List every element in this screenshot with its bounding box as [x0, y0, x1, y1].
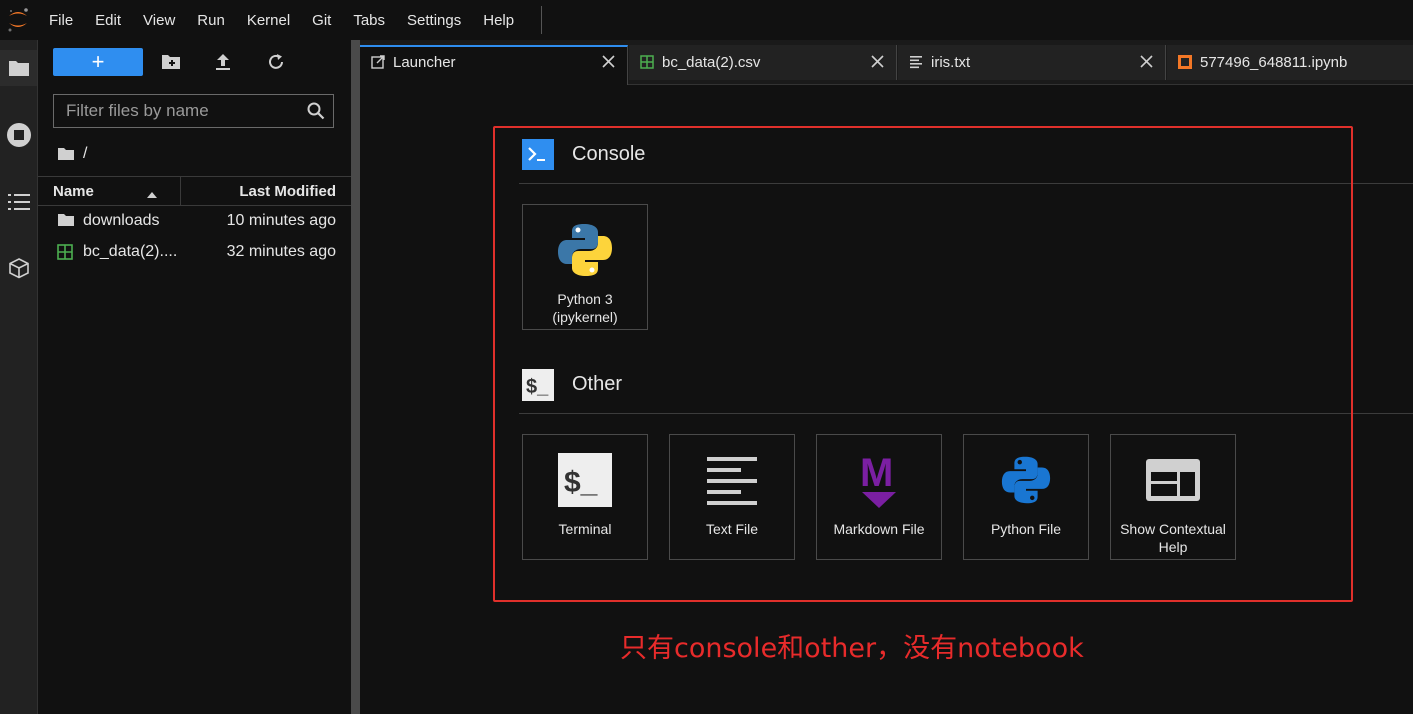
- search-icon: [307, 102, 325, 125]
- csv-file-icon: [57, 244, 73, 265]
- folder-icon: [57, 213, 75, 232]
- folder-icon[interactable]: [0, 50, 37, 86]
- running-icon[interactable]: [0, 117, 37, 153]
- breadcrumb: /: [57, 144, 87, 164]
- menu-edit[interactable]: Edit: [84, 12, 132, 29]
- launcher-icon: [371, 55, 385, 74]
- file-filter: [53, 94, 334, 128]
- file-browser-toolbar: +: [38, 40, 351, 84]
- plus-icon: +: [91, 49, 105, 74]
- menu-run[interactable]: Run: [186, 12, 236, 29]
- column-divider[interactable]: [180, 177, 181, 205]
- menu-git[interactable]: Git: [301, 12, 342, 29]
- upload-icon: [216, 54, 230, 70]
- close-icon[interactable]: [602, 55, 615, 73]
- column-last-modified[interactable]: Last Modified: [239, 183, 336, 200]
- notebook-icon: [1178, 55, 1192, 74]
- file-name: downloads: [83, 212, 160, 229]
- panel-splitter[interactable]: [351, 40, 360, 714]
- annotation-highlight-box: [493, 126, 1353, 602]
- menu-divider: [541, 6, 542, 34]
- menu-bar: File Edit View Run Kernel Git Tabs Setti…: [0, 0, 1413, 40]
- tab-bc-data-csv[interactable]: bc_data(2).csv: [629, 45, 897, 80]
- text-file-icon: [909, 55, 923, 74]
- tab-label: Launcher: [393, 54, 456, 71]
- tab-iris-txt[interactable]: iris.txt: [898, 45, 1166, 80]
- activity-bar: [0, 40, 38, 714]
- sort-ascending-icon: [146, 186, 158, 204]
- file-row[interactable]: downloads 10 minutes ago: [38, 206, 351, 236]
- tab-label: iris.txt: [931, 54, 971, 71]
- tab-label: bc_data(2).csv: [662, 54, 761, 71]
- menu-settings[interactable]: Settings: [396, 12, 472, 29]
- menu-view[interactable]: View: [132, 12, 186, 29]
- refresh-button[interactable]: [262, 48, 290, 76]
- column-name[interactable]: Name: [53, 183, 94, 200]
- tab-launcher[interactable]: Launcher: [360, 45, 628, 85]
- breadcrumb-root[interactable]: /: [83, 145, 87, 163]
- tab-notebook[interactable]: 577496_648811.ipynb: [1167, 45, 1413, 80]
- file-browser: + / Name Last Modified downloads: [38, 40, 351, 714]
- file-name: bc_data(2)....: [83, 243, 178, 260]
- filter-input[interactable]: [54, 95, 318, 127]
- menu-kernel[interactable]: Kernel: [236, 12, 301, 29]
- annotation-note: 只有console和other，没有notebook: [620, 633, 1084, 664]
- new-folder-icon: [162, 55, 180, 69]
- extension-icon[interactable]: [0, 250, 37, 286]
- folder-icon: [58, 148, 74, 160]
- menu-file[interactable]: File: [38, 12, 84, 29]
- refresh-icon: [269, 54, 283, 69]
- tab-label: 577496_648811.ipynb: [1200, 54, 1348, 71]
- new-folder-button[interactable]: [157, 48, 185, 76]
- csv-file-icon: [640, 55, 654, 74]
- file-list-header: Name Last Modified: [38, 176, 351, 206]
- menu-help[interactable]: Help: [472, 12, 525, 29]
- file-row[interactable]: bc_data(2).... 32 minutes ago: [38, 237, 351, 267]
- file-modified: 10 minutes ago: [226, 212, 336, 229]
- file-modified: 32 minutes ago: [226, 243, 336, 260]
- upload-button[interactable]: [209, 48, 237, 76]
- close-icon[interactable]: [871, 55, 884, 73]
- menu-tabs[interactable]: Tabs: [342, 12, 396, 29]
- toc-icon[interactable]: [0, 184, 37, 220]
- close-icon[interactable]: [1140, 55, 1153, 73]
- jupyter-logo-icon: [6, 6, 30, 34]
- new-launcher-button[interactable]: +: [53, 48, 143, 76]
- tab-bar: Launcher bc_data(2).csv iris.txt 577496_…: [360, 40, 1413, 85]
